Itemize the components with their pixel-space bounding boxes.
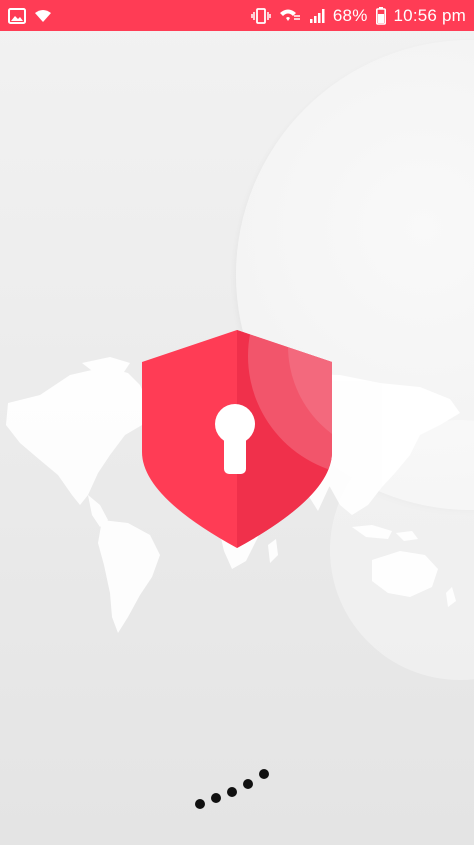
vibrate-icon xyxy=(251,7,271,24)
shield-keyhole-icon xyxy=(142,330,332,548)
wifi-icon xyxy=(34,9,52,23)
loading-dots-icon xyxy=(195,769,269,809)
status-bar-right: 68% 10:56 pm xyxy=(251,6,466,26)
wifi-call-icon xyxy=(279,8,301,24)
signal-icon xyxy=(309,8,325,24)
status-time: 10:56 pm xyxy=(393,5,466,25)
status-bar-left xyxy=(8,7,52,24)
image-icon xyxy=(8,7,26,24)
battery-percent: 68% xyxy=(332,5,368,25)
status-bar: 68% 10:56 pm xyxy=(0,0,474,31)
battery-icon xyxy=(375,6,386,25)
splash-screen: 68% 10:56 pm xyxy=(0,0,474,845)
